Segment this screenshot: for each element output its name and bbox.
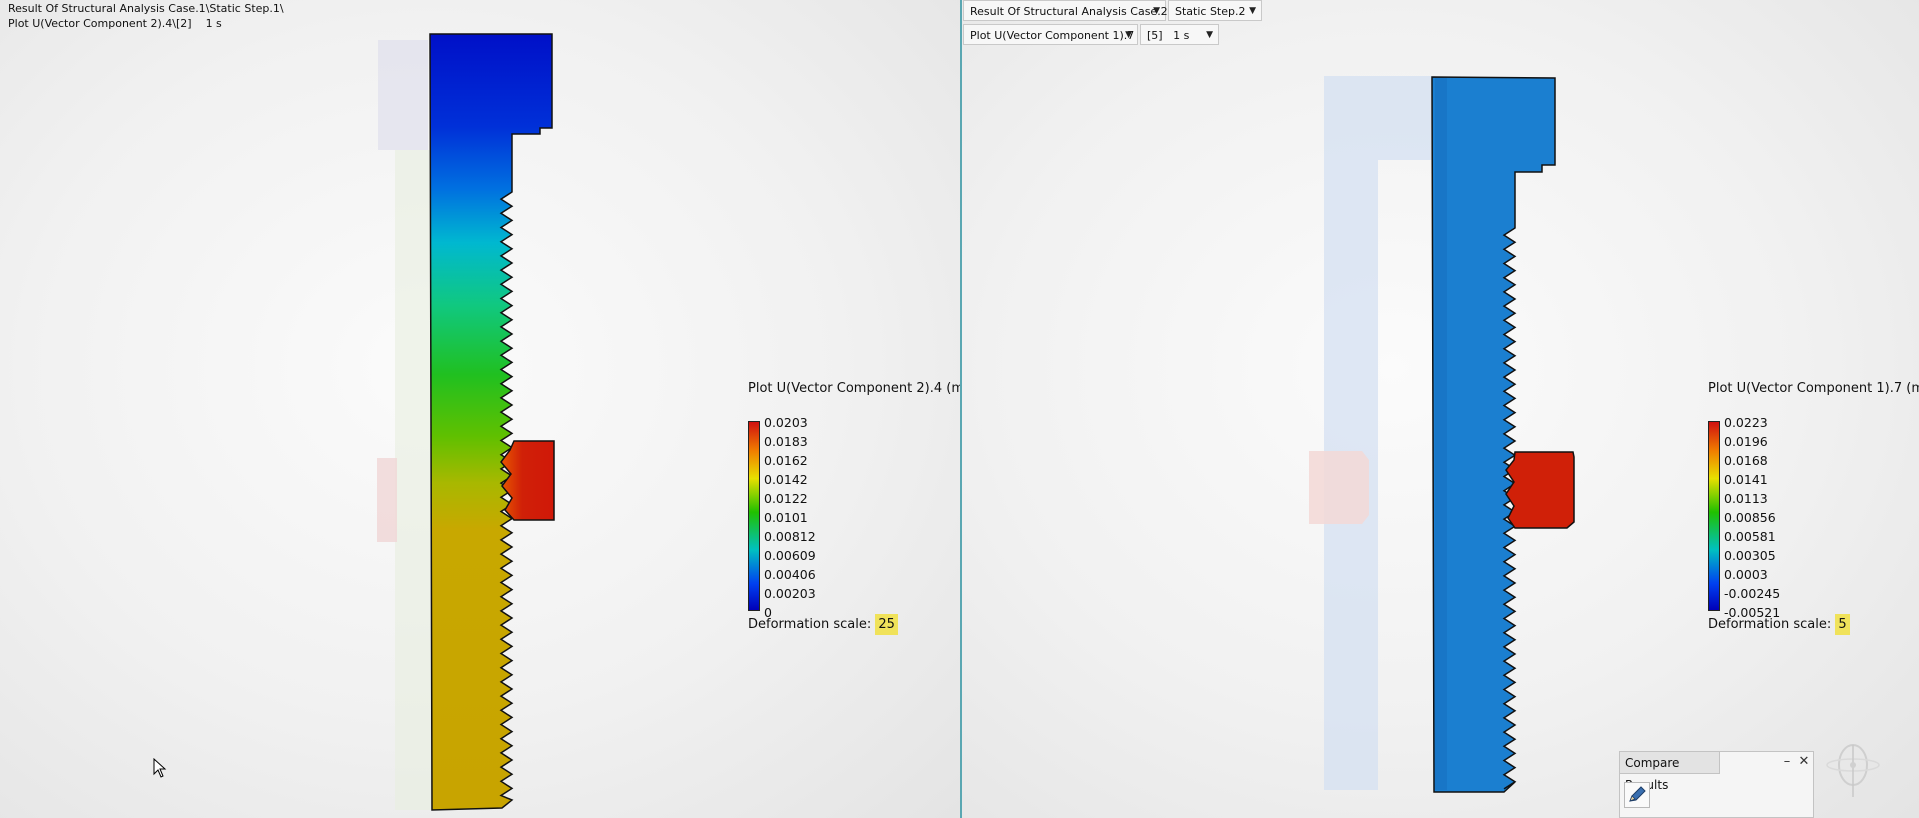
time-select-value: 1 s xyxy=(1173,29,1190,42)
right-legend-colorbar xyxy=(1708,421,1720,611)
left-legend-label: 0.0142 xyxy=(764,472,808,487)
ghost-bolt xyxy=(1324,76,1435,790)
right-legend-label: 0.0196 xyxy=(1724,434,1768,449)
plot-select[interactable]: Plot U(Vector Component 1).7 ▼ xyxy=(963,24,1138,45)
chevron-down-icon: ▼ xyxy=(1206,30,1213,40)
right-bolt[interactable] xyxy=(1431,76,1556,793)
right-legend-label: 0.00305 xyxy=(1724,548,1776,563)
pencil-icon xyxy=(1629,786,1646,802)
ghost-nut xyxy=(377,458,397,542)
left-legend-label: 0.0162 xyxy=(764,453,808,468)
right-legend-label: 0.0113 xyxy=(1724,491,1768,506)
right-legend-title: Plot U(Vector Component 1).7 (mm) xyxy=(1708,381,1919,396)
right-deformation-label: Deformation scale: xyxy=(1708,617,1832,632)
left-nut[interactable] xyxy=(500,440,555,521)
step-select[interactable]: Static Step.2 ▼ xyxy=(1168,0,1262,21)
left-bolt[interactable] xyxy=(429,33,553,811)
compare-results-panel[interactable]: Compare Results – ✕ xyxy=(1619,751,1814,818)
compare-results-title: Compare Results xyxy=(1620,752,1720,792)
right-legend-label: 0.0223 xyxy=(1724,415,1768,430)
right-legend-label: 0.0003 xyxy=(1724,567,1768,582)
left-legend-label: 0.00812 xyxy=(764,529,816,544)
left-legend-label: 0.0203 xyxy=(764,415,808,430)
frame-time-select[interactable]: [5] 1 s ▼ xyxy=(1140,24,1219,45)
mouse-cursor-icon xyxy=(153,758,167,778)
minimize-icon[interactable]: – xyxy=(1780,754,1794,770)
case-select-value: Result Of Structural Analysis Case.2 xyxy=(970,5,1168,18)
left-legend-label: 0.00406 xyxy=(764,567,816,582)
left-viewport[interactable]: Result Of Structural Analysis Case.1\Sta… xyxy=(0,0,960,818)
ghost-nut xyxy=(1309,451,1369,524)
right-bolt-shading xyxy=(1435,78,1447,790)
right-legend-label: 0.00856 xyxy=(1724,510,1776,525)
frame-select-value: [5] xyxy=(1147,29,1163,42)
left-legend-colorbar xyxy=(748,421,760,611)
left-legend-title: Plot U(Vector Component 2).4 (mm) xyxy=(748,381,960,396)
chevron-down-icon: ▼ xyxy=(1249,6,1256,16)
left-deformation-value[interactable]: 25 xyxy=(875,614,898,635)
ghost-bolt-head xyxy=(378,40,428,150)
compass-icon[interactable] xyxy=(1820,735,1890,805)
left-legend-label: 0.00609 xyxy=(764,548,816,563)
right-viewport[interactable]: Result Of Structural Analysis Case.2 ▼ St… xyxy=(962,0,1919,818)
step-select-value: Static Step.2 xyxy=(1175,5,1246,18)
right-legend-label: 0.00581 xyxy=(1724,529,1776,544)
right-nut[interactable] xyxy=(1505,451,1575,529)
chevron-down-icon: ▼ xyxy=(1125,30,1132,40)
left-deformation-label: Deformation scale: xyxy=(748,617,872,632)
left-legend-label: 0.0183 xyxy=(764,434,808,449)
right-model-view[interactable] xyxy=(962,0,1919,818)
left-legend-label: 0.0101 xyxy=(764,510,808,525)
close-icon[interactable]: ✕ xyxy=(1797,754,1811,770)
chevron-down-icon: ▼ xyxy=(1153,6,1160,16)
right-deformation-value[interactable]: 5 xyxy=(1835,614,1850,635)
ghost-bolt-shank xyxy=(395,150,435,810)
left-deformation: Deformation scale: 25 xyxy=(748,614,898,635)
right-legend-label: -0.00245 xyxy=(1724,586,1781,601)
plot-select-value: Plot U(Vector Component 1).7 xyxy=(970,29,1135,42)
left-model-view[interactable] xyxy=(0,0,960,818)
right-legend-label: 0.0168 xyxy=(1724,453,1768,468)
left-legend-label: 0.00203 xyxy=(764,586,816,601)
case-select[interactable]: Result Of Structural Analysis Case.2 ▼ xyxy=(963,0,1168,21)
right-legend-label: 0.0141 xyxy=(1724,472,1768,487)
edit-button[interactable] xyxy=(1624,782,1650,808)
left-legend-label: 0.0122 xyxy=(764,491,808,506)
right-deformation: Deformation scale: 5 xyxy=(1708,614,1850,635)
